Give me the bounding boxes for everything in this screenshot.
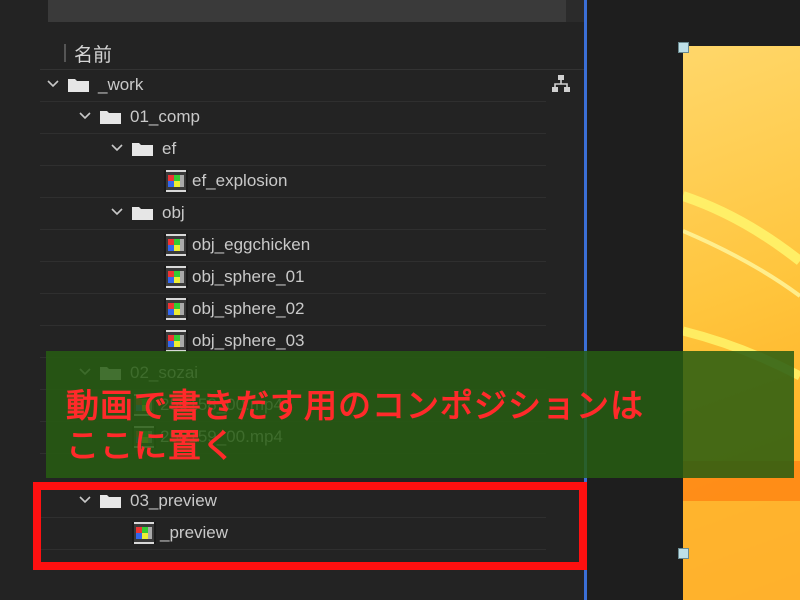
scroll-track-top[interactable] (566, 0, 584, 22)
chevron-down-icon[interactable] (110, 141, 124, 155)
highlight-box (33, 482, 587, 570)
composition-icon (164, 266, 188, 288)
folder-icon (68, 79, 89, 92)
tree-item-label: _work (98, 75, 144, 94)
composition-icon (164, 170, 188, 192)
folder-icon (132, 143, 153, 156)
chevron-down-icon[interactable] (110, 205, 124, 219)
transform-handle-bottom-left[interactable] (678, 548, 689, 559)
tree-row-folder[interactable]: ef (0, 134, 584, 166)
tree-row-item[interactable]: obj_sphere_01 (0, 262, 584, 294)
tree-item-label: ef_explosion (192, 171, 288, 190)
column-header-name[interactable]: 名前 (74, 40, 112, 67)
chevron-down-icon[interactable] (46, 77, 60, 91)
tree-row-folder[interactable]: _work (0, 70, 584, 102)
folder-icon (100, 111, 121, 124)
composition-icon (164, 330, 188, 352)
tree-row-item[interactable]: ef_explosion (0, 166, 584, 198)
tree-item-label: obj_sphere_01 (192, 267, 305, 286)
tree-item-label: obj (162, 203, 185, 222)
tree-row-item[interactable]: obj_eggchicken (0, 230, 584, 262)
annotation-line-2: ここに置く (66, 426, 236, 465)
chevron-down-icon[interactable] (78, 109, 92, 123)
folder-icon (132, 207, 153, 220)
preview-graphic (683, 191, 800, 600)
column-divider[interactable] (64, 44, 66, 62)
tree-item-label: 01_comp (130, 107, 200, 126)
tree-item-label: obj_sphere_02 (192, 299, 305, 318)
composition-icon (164, 298, 188, 320)
tree-item-label: ef (162, 139, 177, 158)
tree-row-item[interactable]: obj_sphere_02 (0, 294, 584, 326)
tree-row-folder[interactable]: obj (0, 198, 584, 230)
tree-row-folder[interactable]: 01_comp (0, 102, 584, 134)
composition-icon (164, 234, 188, 256)
tree-item-label: obj_eggchicken (192, 235, 311, 254)
tree-item-label: obj_sphere_03 (192, 331, 305, 350)
composition-preview[interactable] (683, 46, 800, 600)
transform-handle-top-left[interactable] (678, 42, 689, 53)
search-bar[interactable] (48, 0, 566, 22)
